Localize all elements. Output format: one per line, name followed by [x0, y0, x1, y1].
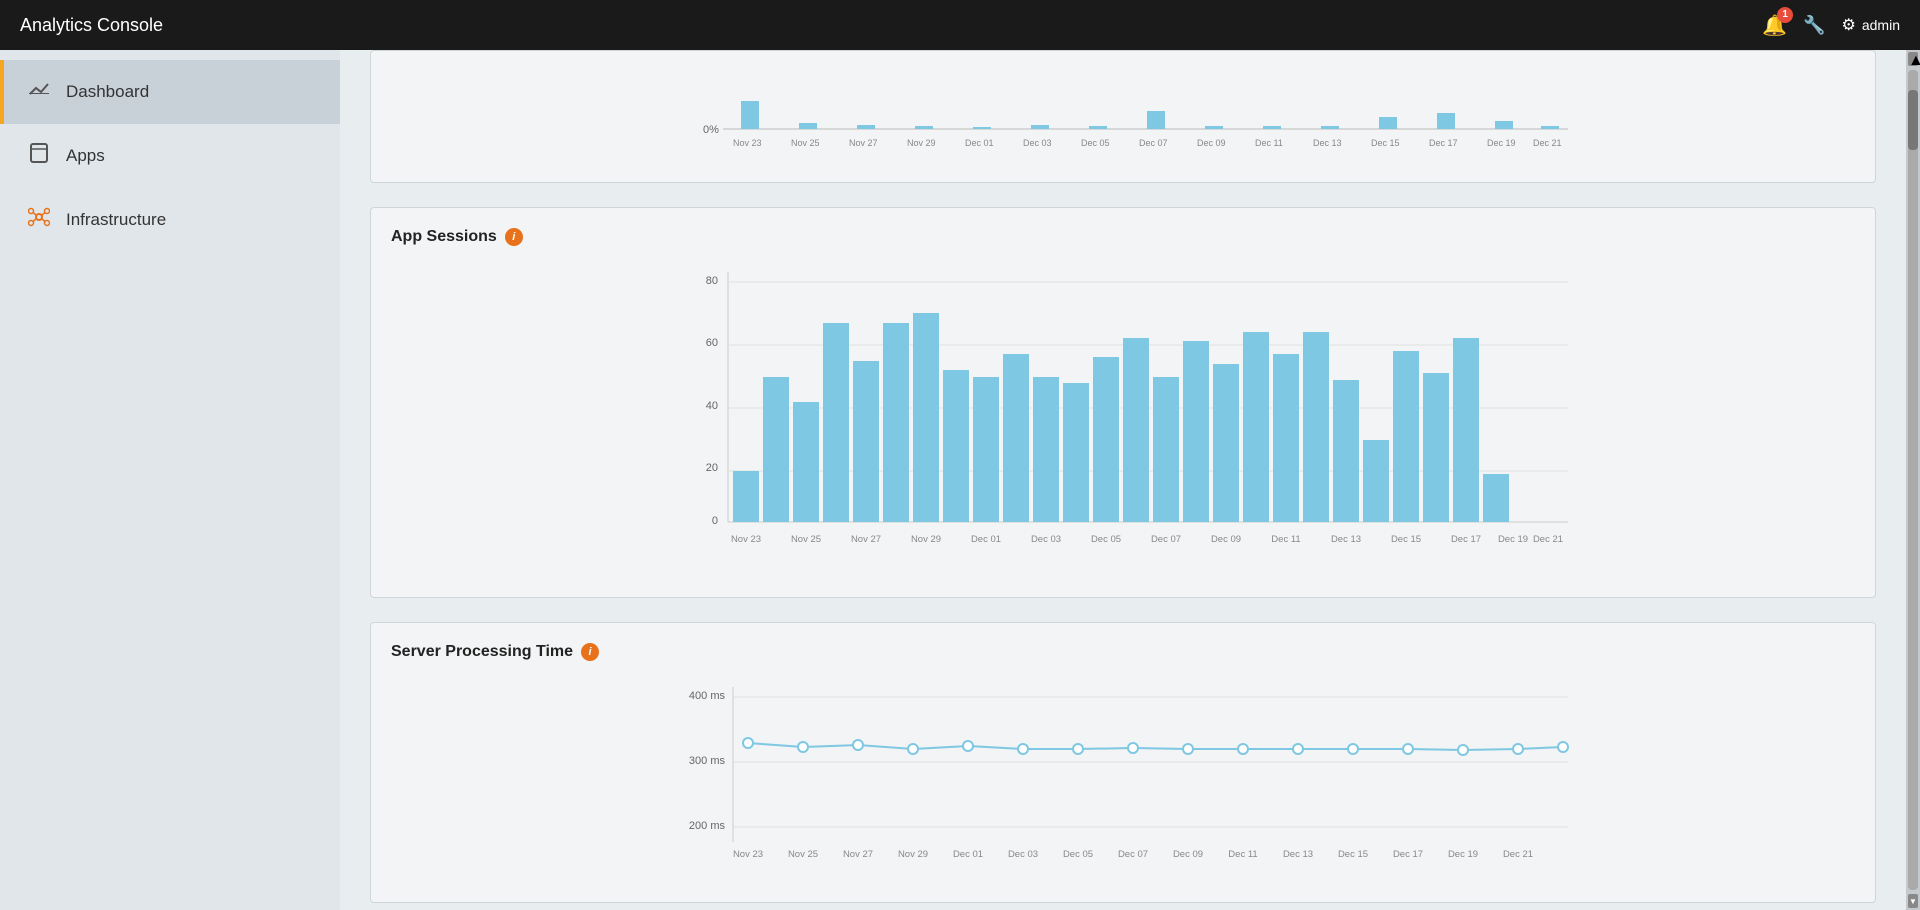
- svg-text:Nov 25: Nov 25: [788, 849, 818, 860]
- svg-text:Dec 11: Dec 11: [1228, 849, 1257, 860]
- svg-text:20: 20: [706, 462, 718, 474]
- sidebar-item-infrastructure[interactable]: Infrastructure: [0, 188, 340, 252]
- dashboard-icon: [28, 78, 50, 106]
- error-rate-chart: 0%: [391, 61, 1855, 166]
- svg-text:Dec 21: Dec 21: [1533, 534, 1563, 545]
- svg-text:40: 40: [706, 400, 718, 412]
- svg-text:Nov 29: Nov 29: [911, 534, 941, 545]
- error-rate-chart-section: 0%: [370, 50, 1876, 183]
- scrollbar-track[interactable]: [1908, 70, 1918, 890]
- svg-text:Dec 15: Dec 15: [1391, 534, 1421, 545]
- header: Analytics Console 🔔 1 🔧 ⚙ admin: [0, 0, 1920, 50]
- server-processing-section: Server Processing Time i 400 ms 300 ms 2…: [370, 622, 1876, 903]
- svg-text:Dec 05: Dec 05: [1091, 534, 1121, 545]
- app-sessions-title: App Sessions i: [391, 228, 1855, 246]
- app-title: Analytics Console: [20, 15, 163, 36]
- svg-text:Dec 15: Dec 15: [1371, 138, 1400, 148]
- infrastructure-icon: [28, 206, 50, 234]
- svg-text:400 ms: 400 ms: [689, 690, 726, 702]
- svg-text:Dec 19: Dec 19: [1448, 849, 1478, 860]
- server-processing-chart: 400 ms 300 ms 200 ms: [391, 677, 1855, 882]
- svg-text:Dec 11: Dec 11: [1255, 138, 1283, 148]
- notification-button[interactable]: 🔔 1: [1762, 13, 1787, 38]
- scrollbar-arrow-down[interactable]: ▼: [1908, 894, 1918, 908]
- svg-text:Nov 29: Nov 29: [898, 849, 928, 860]
- svg-text:Nov 23: Nov 23: [733, 138, 762, 148]
- main-content: 0%: [340, 50, 1906, 910]
- server-processing-info-icon[interactable]: i: [581, 643, 599, 661]
- sidebar-item-infrastructure-label: Infrastructure: [66, 210, 166, 230]
- svg-text:Dec 07: Dec 07: [1118, 849, 1148, 860]
- svg-text:Nov 27: Nov 27: [849, 138, 878, 148]
- svg-text:Dec 17: Dec 17: [1451, 534, 1481, 545]
- svg-text:200 ms: 200 ms: [689, 820, 726, 832]
- svg-text:0%: 0%: [703, 124, 719, 136]
- scrollbar-arrow-up[interactable]: ▲: [1908, 52, 1918, 66]
- svg-text:Dec 03: Dec 03: [1031, 534, 1061, 545]
- svg-text:Dec 19: Dec 19: [1487, 138, 1516, 148]
- svg-text:80: 80: [706, 275, 718, 287]
- sidebar-item-dashboard[interactable]: Dashboard: [0, 60, 340, 124]
- svg-text:Dec 01: Dec 01: [965, 138, 994, 148]
- svg-text:0: 0: [712, 515, 718, 527]
- svg-text:Nov 27: Nov 27: [843, 849, 873, 860]
- svg-text:Dec 11: Dec 11: [1271, 534, 1300, 545]
- svg-text:Dec 21: Dec 21: [1503, 849, 1533, 860]
- svg-text:Dec 03: Dec 03: [1023, 138, 1052, 148]
- svg-text:Dec 05: Dec 05: [1081, 138, 1110, 148]
- svg-text:Dec 01: Dec 01: [953, 849, 983, 860]
- svg-text:Dec 13: Dec 13: [1313, 138, 1342, 148]
- svg-text:Dec 19: Dec 19: [1498, 534, 1528, 545]
- svg-text:Dec 09: Dec 09: [1173, 849, 1203, 860]
- svg-text:Dec 07: Dec 07: [1139, 138, 1168, 148]
- scrollbar-thumb[interactable]: [1908, 90, 1918, 150]
- sidebar-item-dashboard-label: Dashboard: [66, 82, 149, 102]
- svg-text:Dec 13: Dec 13: [1331, 534, 1361, 545]
- svg-text:Dec 17: Dec 17: [1393, 849, 1423, 860]
- svg-text:Dec 07: Dec 07: [1151, 534, 1181, 545]
- svg-text:Dec 21: Dec 21: [1533, 138, 1562, 148]
- notification-badge: 1: [1777, 7, 1793, 23]
- svg-text:Dec 13: Dec 13: [1283, 849, 1313, 860]
- app-sessions-info-icon[interactable]: i: [505, 228, 523, 246]
- svg-text:Dec 17: Dec 17: [1429, 138, 1458, 148]
- svg-text:Dec 15: Dec 15: [1338, 849, 1368, 860]
- admin-label: admin: [1862, 17, 1900, 33]
- svg-text:60: 60: [706, 337, 718, 349]
- svg-text:Nov 23: Nov 23: [731, 534, 761, 545]
- svg-text:Dec 09: Dec 09: [1197, 138, 1226, 148]
- sidebar: Dashboard Apps: [0, 50, 340, 910]
- scrollbar[interactable]: ▲ ▼: [1906, 50, 1920, 910]
- svg-text:Dec 05: Dec 05: [1063, 849, 1093, 860]
- svg-text:Nov 25: Nov 25: [791, 138, 820, 148]
- header-actions: 🔔 1 🔧 ⚙ admin: [1762, 13, 1900, 38]
- admin-gear-icon: ⚙: [1842, 15, 1856, 35]
- apps-icon: [28, 142, 50, 170]
- sidebar-item-apps-label: Apps: [66, 146, 105, 166]
- server-processing-title: Server Processing Time i: [391, 643, 1855, 661]
- main-layout: Dashboard Apps: [0, 50, 1920, 910]
- svg-text:Dec 09: Dec 09: [1211, 534, 1241, 545]
- wrench-button[interactable]: 🔧: [1803, 15, 1825, 36]
- svg-text:300 ms: 300 ms: [689, 755, 726, 767]
- app-sessions-chart: 80 60 40 20 0: [391, 262, 1855, 577]
- admin-menu[interactable]: ⚙ admin: [1842, 15, 1900, 35]
- svg-text:Nov 25: Nov 25: [791, 534, 821, 545]
- svg-text:Nov 23: Nov 23: [733, 849, 763, 860]
- svg-text:Dec 01: Dec 01: [971, 534, 1001, 545]
- svg-text:Nov 27: Nov 27: [851, 534, 881, 545]
- svg-text:Nov 29: Nov 29: [907, 138, 936, 148]
- sidebar-item-apps[interactable]: Apps: [0, 124, 340, 188]
- svg-text:Dec 03: Dec 03: [1008, 849, 1038, 860]
- app-sessions-section: App Sessions i 80 60 40 20 0: [370, 207, 1876, 598]
